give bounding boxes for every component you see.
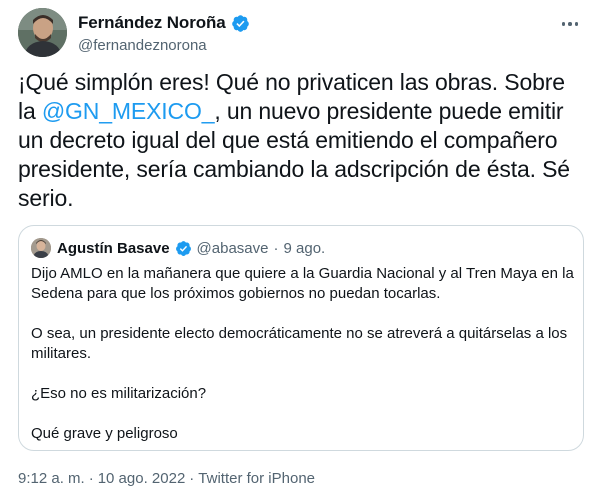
verified-badge-icon (231, 14, 249, 32)
tweet-date[interactable]: 10 ago. 2022 (98, 470, 186, 487)
author-handle[interactable]: @fernandeznorona (78, 37, 207, 54)
tweet-source[interactable]: Twitter for iPhone (198, 470, 315, 487)
tweet-header: Fernández Noroña @fernandeznorona (18, 8, 584, 58)
author-name-row: Fernández Noroña (78, 13, 250, 33)
separator-dot: · (273, 239, 279, 257)
quoted-author-name: Agustín Basave (57, 239, 170, 257)
quoted-paragraph: Qué grave y peligroso (31, 425, 178, 442)
quoted-paragraph: ¿Eso no es militarización? (31, 385, 207, 402)
quoted-tweet[interactable]: Agustín Basave @abasave · 9 ago. Dijo AM… (18, 225, 584, 451)
tweet-metadata: 9:12 a. m. · 10 ago. 2022 · Twitter for … (18, 470, 315, 487)
mention-link[interactable]: @GN_MEXICO_ (42, 98, 215, 124)
quoted-author-handle: @abasave (196, 239, 269, 257)
author-display-name[interactable]: Fernández Noroña (78, 13, 226, 33)
tweet-text: ¡Qué simplón eres! Qué no privaticen las… (18, 68, 580, 213)
quoted-tweet-header: Agustín Basave @abasave · 9 ago. (31, 237, 325, 259)
separator-dot: · (88, 470, 94, 487)
verified-badge-icon (175, 240, 191, 256)
quoted-author-avatar (31, 238, 51, 258)
tweet-card: Fernández Noroña @fernandeznorona ¡Qué s… (0, 0, 596, 500)
quoted-tweet-date: 9 ago. (283, 239, 326, 257)
more-horizontal-icon[interactable] (558, 14, 582, 34)
quoted-paragraph: O sea, un presidente electo democráticam… (31, 325, 568, 362)
quoted-tweet-body: Dijo AMLO en la mañanera que quiere a la… (31, 264, 576, 444)
tweet-time[interactable]: 9:12 a. m. (18, 470, 85, 487)
quoted-paragraph: Dijo AMLO en la mañanera que quiere a la… (31, 265, 574, 302)
separator-dot: · (189, 470, 195, 487)
author-avatar[interactable] (18, 8, 67, 57)
